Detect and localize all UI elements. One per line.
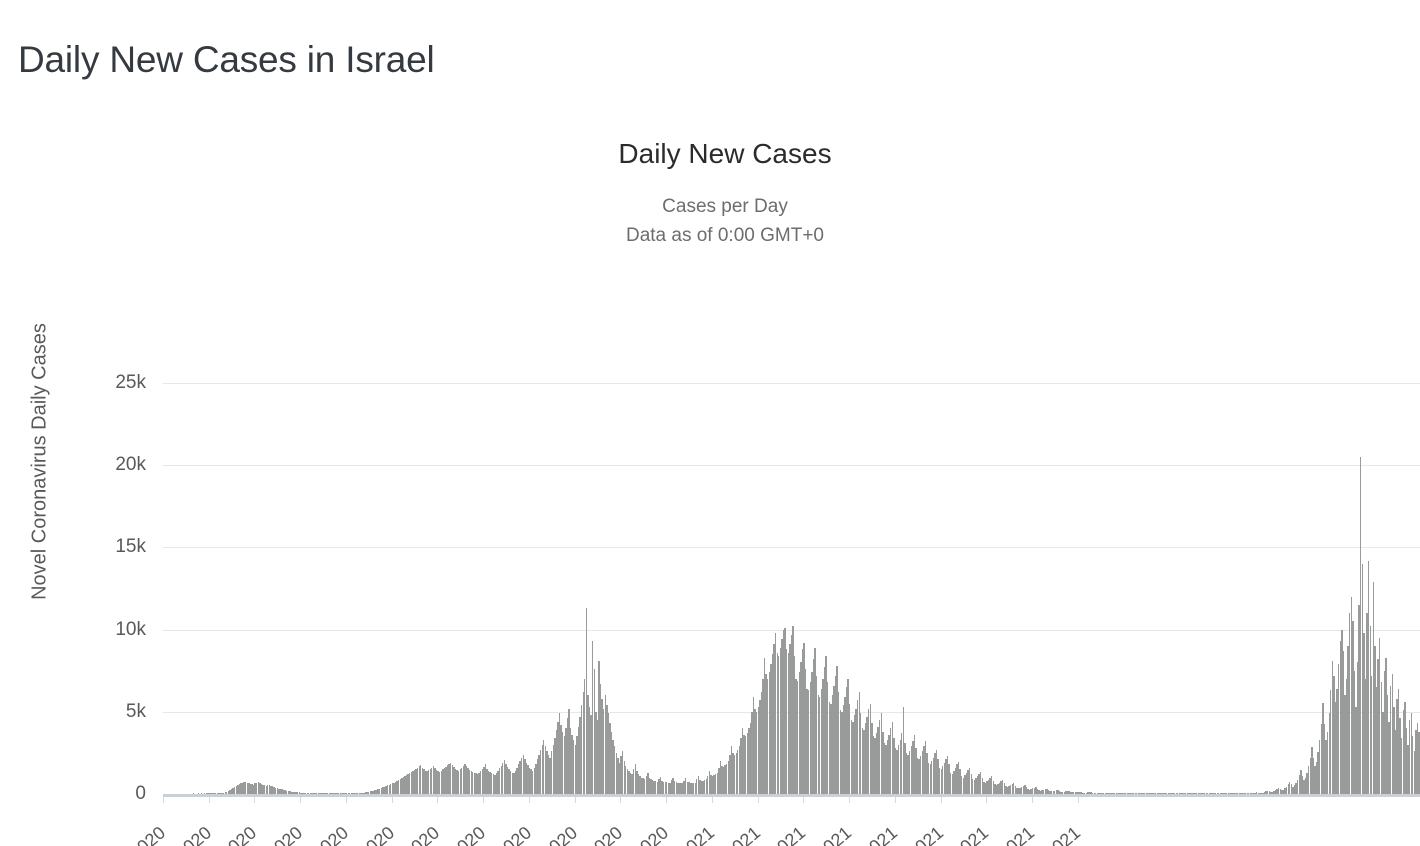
y-tick-label: 0 [135,783,146,804]
x-tick-mark [391,797,393,803]
x-tick-mark [803,797,805,803]
x-tick-mark [849,797,851,803]
x-tick-mark [1077,797,1079,803]
x-tick-mark [894,797,896,803]
x-tick-mark [163,797,164,803]
x-tick-mark [483,797,485,803]
x-tick-mark [666,797,668,803]
y-tick-label: 20k [115,454,146,476]
x-tick-mark [300,797,302,803]
x-tick-mark [940,797,942,803]
x-tick-mark [757,797,759,803]
plot-wrapper: Novel Coronavirus Daily Cases 0 5k 10k 15k 2… [0,110,1420,846]
page-title: Daily New Cases in Israel [18,38,435,80]
x-tick-label: Mar 15, 2020 [18,822,215,846]
x-tick-mark [208,797,210,803]
x-tick-label: Feb 15, 2020 [0,822,170,846]
chart-page: Daily New Cases in Israel Daily New Case… [0,0,1420,846]
y-tick-label: 25k [115,372,146,393]
y-tick-label: 15k [115,536,146,558]
x-tick-mark [620,797,622,803]
x-tick-mark [1032,797,1034,803]
y-tick-label: 10k [115,618,146,640]
x-tick-mark [986,797,988,803]
x-axis-baseline [163,794,1420,797]
x-tick-mark [711,797,713,803]
bars-plot-area [163,383,1420,794]
x-tick-mark [254,797,256,803]
x-tick-mark [574,797,576,803]
x-tick-mark [437,797,439,803]
x-tick-mark [528,797,530,803]
chart-container: Daily New Cases Cases per Day Data as of… [0,110,1420,846]
y-axis-title: Novel Coronavirus Daily Cases [28,323,51,600]
y-tick-label: 5k [125,700,146,722]
x-tick-mark [345,797,347,803]
